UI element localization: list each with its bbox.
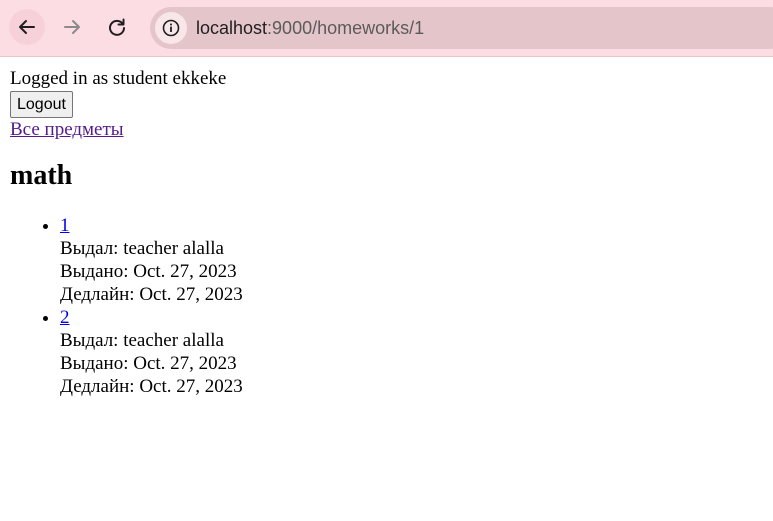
url-text[interactable]: localhost:9000/homeworks/1 <box>196 17 424 39</box>
list-item: 2 Выдал: teacher alalla Выдано: Oct. 27,… <box>60 306 243 398</box>
all-subjects-link[interactable]: Все предметы <box>10 118 243 142</box>
list-item: 1 Выдал: teacher alalla Выдано: Oct. 27,… <box>60 214 243 306</box>
page-title: math <box>10 160 73 191</box>
arrow-left-icon <box>19 20 35 34</box>
homework-list: 1 Выдал: teacher alalla Выдано: Oct. 27,… <box>10 214 243 398</box>
arrow-right-icon <box>64 20 80 34</box>
page-content: Logged in as student ekkeke Logout Все п… <box>10 67 243 398</box>
address-bar[interactable]: localhost:9000/homeworks/1 <box>150 7 773 49</box>
reload-icon <box>109 18 125 36</box>
homework-link[interactable]: 1 <box>60 215 70 236</box>
homework-issued-date: Выдано: Oct. 27, 2023 <box>60 353 237 374</box>
homework-link[interactable]: 2 <box>60 307 70 328</box>
login-status: Logged in as student ekkeke <box>10 68 227 89</box>
homework-deadline: Дедлайн: Oct. 27, 2023 <box>60 376 243 397</box>
homework-deadline: Дедлайн: Oct. 27, 2023 <box>60 284 243 305</box>
back-button[interactable] <box>9 9 45 45</box>
browser-toolbar: localhost:9000/homeworks/1 <box>0 0 773 57</box>
homework-issuer: Выдал: teacher alalla <box>60 330 224 351</box>
site-info-button[interactable] <box>155 12 187 44</box>
info-icon <box>162 19 180 37</box>
logout-button[interactable]: Logout <box>10 91 73 118</box>
homework-issuer: Выдал: teacher alalla <box>60 238 224 259</box>
url-path: :9000/homeworks/1 <box>267 18 425 38</box>
url-host: localhost <box>196 18 268 38</box>
reload-button[interactable] <box>99 9 135 45</box>
forward-button[interactable] <box>54 9 90 45</box>
homework-issued-date: Выдано: Oct. 27, 2023 <box>60 261 237 282</box>
